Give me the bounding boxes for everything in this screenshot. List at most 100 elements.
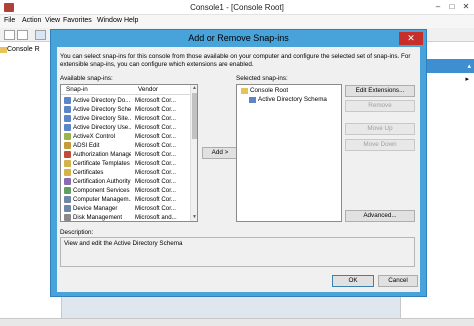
dialog-instructions: You can select snap-ins for this console… xyxy=(60,53,411,68)
snapin-icon xyxy=(64,196,71,203)
snapin-icon xyxy=(64,160,71,167)
snapin-name: Active Directory Do... xyxy=(73,97,131,104)
snapin-list-item[interactable]: Authorization Manager Microsoft Cor... xyxy=(61,150,189,159)
snapin-list-item[interactable]: Disk Management Microsoft and... xyxy=(61,213,189,221)
move-down-button[interactable]: Move Down xyxy=(345,139,415,151)
dialog-close-button[interactable]: ✕ xyxy=(399,32,423,45)
menu-help[interactable]: Help xyxy=(124,17,138,24)
folder-icon xyxy=(0,47,7,53)
snapin-list-item[interactable]: Certification Authority Microsoft Cor... xyxy=(61,177,189,186)
minimize-icon[interactable]: – xyxy=(432,2,444,12)
scroll-up-icon[interactable]: ▲ xyxy=(191,85,197,92)
snapin-vendor: Microsoft Cor... xyxy=(135,133,176,140)
forward-icon[interactable] xyxy=(17,30,28,40)
snapin-name: Component Services xyxy=(73,187,130,194)
tree-node-label: Console Root xyxy=(250,87,289,94)
dialog-title: Add or Remove Snap-ins xyxy=(188,33,289,43)
add-button[interactable]: Add > xyxy=(202,147,238,159)
submenu-arrow-icon: ▸ xyxy=(465,76,469,83)
snapin-name: ADSI Edit xyxy=(73,142,100,149)
snapin-icon xyxy=(64,115,71,122)
scroll-down-icon[interactable]: ▼ xyxy=(191,214,197,221)
snapin-name: Certificate Templates xyxy=(73,160,130,167)
snapin-list-item[interactable]: ActiveX Control Microsoft Cor... xyxy=(61,132,189,141)
snapin-icon xyxy=(64,187,71,194)
tree-node-label: Console R xyxy=(7,46,40,53)
snapin-name: Device Manager xyxy=(73,205,118,212)
snapin-icon xyxy=(64,169,71,176)
snapin-icon xyxy=(64,124,71,131)
snapin-list-item[interactable]: Active Directory Site... Microsoft Cor... xyxy=(61,114,189,123)
column-header-snapin[interactable]: Snap-in xyxy=(66,86,88,93)
snapin-list-item[interactable]: ADSI Edit Microsoft Cor... xyxy=(61,141,189,150)
maximize-icon[interactable]: □ xyxy=(446,2,458,12)
snapin-vendor: Microsoft Cor... xyxy=(135,205,176,212)
column-header-vendor[interactable]: Vendor xyxy=(138,86,158,93)
snapin-icon xyxy=(64,133,71,140)
dialog-body: You can select snap-ins for this console… xyxy=(57,47,420,292)
snapin-name: Certification Authority xyxy=(73,178,131,185)
available-snapins-label: Available snap-ins: xyxy=(60,75,113,82)
snapin-name: Active Directory Sche... xyxy=(73,106,131,113)
snapin-vendor: Microsoft and... xyxy=(135,214,177,221)
console-status-bar xyxy=(0,318,474,326)
description-text: View and edit the Active Directory Schem… xyxy=(64,240,183,247)
snapin-list-item[interactable]: Certificate Templates Microsoft Cor... xyxy=(61,159,189,168)
menu-view[interactable]: View xyxy=(45,17,60,24)
snapin-icon xyxy=(64,214,71,221)
menu-window[interactable]: Window xyxy=(97,17,122,24)
description-label: Description: xyxy=(60,229,94,236)
menu-favorites[interactable]: Favorites xyxy=(63,17,92,24)
snapin-vendor: Microsoft Cor... xyxy=(135,124,176,131)
snapin-name: Active Directory Site... xyxy=(73,115,131,122)
snapin-vendor: Microsoft Cor... xyxy=(135,196,176,203)
menu-action[interactable]: Action xyxy=(22,17,41,24)
snapin-icon xyxy=(64,205,71,212)
cancel-button[interactable]: Cancel xyxy=(378,275,418,287)
scroll-thumb[interactable] xyxy=(192,93,197,139)
snapin-vendor: Microsoft Cor... xyxy=(135,115,176,122)
show-hide-tree-icon[interactable] xyxy=(35,30,46,40)
menu-file[interactable]: File xyxy=(4,17,15,24)
snapin-vendor: Microsoft Cor... xyxy=(135,160,176,167)
snapin-list-item[interactable]: Active Directory Sche... Microsoft Cor... xyxy=(61,105,189,114)
snapin-vendor: Microsoft Cor... xyxy=(135,106,176,113)
snapin-list-item[interactable]: Computer Managem... Microsoft Cor... xyxy=(61,195,189,204)
console-title: Console1 - [Console Root] xyxy=(190,3,284,12)
snapin-list-item[interactable]: Active Directory Do... Microsoft Cor... xyxy=(61,96,189,105)
description-box: View and edit the Active Directory Schem… xyxy=(60,237,415,267)
snapin-vendor: Microsoft Cor... xyxy=(135,187,176,194)
folder-icon xyxy=(241,88,248,94)
snapin-icon xyxy=(64,151,71,158)
snapin-list-item[interactable]: Device Manager Microsoft Cor... xyxy=(61,204,189,213)
tree-node-console-root[interactable]: Console R xyxy=(0,46,40,53)
back-icon[interactable] xyxy=(4,30,15,40)
advanced-button[interactable]: Advanced... xyxy=(345,210,415,222)
snapin-vendor: Microsoft Cor... xyxy=(135,142,176,149)
list-scrollbar[interactable]: ▲ ▼ xyxy=(190,85,197,221)
snapin-name: Disk Management xyxy=(73,214,123,221)
snapin-name: Computer Managem... xyxy=(73,196,131,203)
snapin-icon xyxy=(64,97,71,104)
console-titlebar: Console1 - [Console Root] – □ ✕ xyxy=(0,0,474,15)
available-snapins-list[interactable]: Snap-in Vendor Active Directory Do... Mic… xyxy=(60,84,198,222)
snapin-icon xyxy=(64,142,71,149)
menu-bar: File Action View Favorites Window Help xyxy=(0,15,474,28)
selected-snapins-label: Selected snap-ins: xyxy=(236,75,288,82)
collapse-arrow-icon[interactable]: ▴ xyxy=(467,62,471,70)
snapin-vendor: Microsoft Cor... xyxy=(135,178,176,185)
snapin-list-item[interactable]: Certificates Microsoft Cor... xyxy=(61,168,189,177)
ok-button[interactable]: OK xyxy=(332,275,374,287)
snapin-vendor: Microsoft Cor... xyxy=(135,151,176,158)
edit-extensions-button[interactable]: Edit Extensions... xyxy=(345,85,415,97)
snapin-name: ActiveX Control xyxy=(73,133,115,140)
snapin-name: Authorization Manager xyxy=(73,151,131,158)
snapin-icon xyxy=(64,178,71,185)
selected-snapins-tree[interactable]: Console Root Active Directory Schema xyxy=(236,84,342,222)
snapin-list-item[interactable]: Active Directory Use... Microsoft Cor... xyxy=(61,123,189,132)
close-icon[interactable]: ✕ xyxy=(460,2,472,12)
move-up-button[interactable]: Move Up xyxy=(345,123,415,135)
snapin-list-item[interactable]: Component Services Microsoft Cor... xyxy=(61,186,189,195)
remove-button[interactable]: Remove xyxy=(345,100,415,112)
snapin-icon xyxy=(64,106,71,113)
